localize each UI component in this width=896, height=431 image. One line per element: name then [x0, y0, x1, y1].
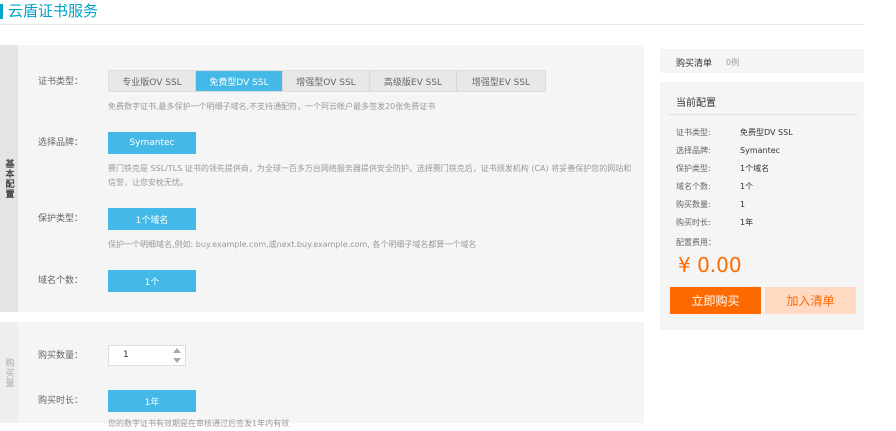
config-key-duration: 购买时长: [676, 218, 711, 227]
stepper-buttons [172, 348, 182, 363]
config-fee-label: 配置费用： [676, 238, 716, 247]
quantity-value: 1 [123, 350, 129, 360]
decrement-arrow-icon[interactable] [173, 358, 181, 363]
page-title: 云盾证书服务 [8, 2, 99, 20]
config-val-cert-type: 免费型DV SSL [740, 128, 793, 137]
side-tab-purchase-label: 购买量 [3, 357, 14, 388]
cert-type-tab-enhanced-ev[interactable]: 增强型EV SSL [457, 71, 545, 91]
config-val-brand: Symantec [740, 146, 781, 155]
config-key-quantity: 购买数量: [676, 200, 711, 209]
title-bar [0, 0, 864, 25]
cert-type-tab-free-dv[interactable]: 免费型DV SSL [196, 71, 283, 91]
duration-button[interactable]: 1年 [108, 390, 196, 412]
cert-type-tab-pro-ov[interactable]: 专业版OV SSL [109, 71, 196, 91]
cert-type-desc: 免费数字证书,最多保护一个明细子域名,不支持通配符，一个阿云帐户最多签发20张免… [108, 102, 436, 111]
title-accent-bar [0, 4, 3, 19]
add-to-cart-button[interactable]: 加入清单 [765, 287, 856, 314]
side-tab-purchase: 购买量 [0, 322, 18, 423]
cert-type-tabs: 专业版OV SSL 免费型DV SSL 增强型OV SSL 高级版EV SSL … [108, 70, 546, 92]
price-total: ¥ 0.00 [678, 253, 742, 277]
increment-arrow-icon[interactable] [173, 348, 181, 353]
domain-count-label: 域名个数： [38, 276, 84, 286]
brand-label: 选择品牌： [38, 138, 84, 148]
cert-type-tab-advanced-ev[interactable]: 高级版EV SSL [370, 71, 457, 91]
protect-type-button[interactable]: 1个域名 [108, 208, 196, 230]
config-val-protect: 1个域名 [740, 164, 770, 173]
quantity-label: 购买数量： [38, 351, 84, 361]
config-val-duration: 1年 [740, 218, 754, 227]
protect-type-desc: 保护一个明细域名,例如: buy.example.com,或next.buy.e… [108, 240, 477, 249]
config-key-domains: 域名个数: [676, 182, 711, 191]
duration-note: 您的数字证书有效期是在审核通过后签发1年内有效 [108, 419, 290, 428]
brand-desc: 赛门铁克是 SSL/TLS 证书的领先提供商，为全球一百多万台网络服务器提供安全… [108, 164, 632, 187]
config-key-brand: 选择品牌: [676, 146, 711, 155]
quantity-stepper[interactable]: 1 [108, 345, 186, 366]
config-key-protect: 保护类型: [676, 164, 711, 173]
protect-type-label: 保护类型： [38, 214, 84, 224]
side-tab-basic: 基本配置 [0, 45, 18, 312]
cert-type-label: 证书类型： [38, 77, 84, 87]
purchase-section [0, 322, 644, 423]
config-val-quantity: 1 [740, 200, 746, 209]
cart-count: 0例 [726, 58, 740, 67]
buy-now-button[interactable]: 立即购买 [670, 287, 761, 314]
config-key-cert-type: 证书类型: [676, 128, 711, 137]
duration-label: 购买时长： [38, 396, 84, 406]
brand-symantec-button[interactable]: Symantec [108, 132, 196, 154]
cart-title: 购买清单 [676, 59, 713, 69]
cert-type-tab-enhanced-ov[interactable]: 增强型OV SSL [283, 71, 370, 91]
side-tab-basic-label: 基本配置 [3, 158, 14, 199]
config-val-domains: 1个 [740, 182, 754, 191]
domain-count-button[interactable]: 1个 [108, 270, 196, 292]
current-config-title: 当前配置 [676, 98, 716, 109]
config-divider [668, 114, 858, 115]
